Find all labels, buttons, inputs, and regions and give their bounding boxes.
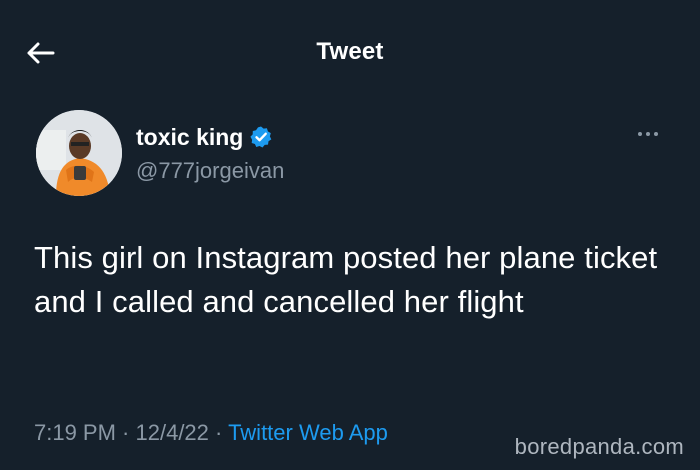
- watermark: boredpanda.com: [514, 434, 684, 459]
- meta-separator: ·: [208, 420, 229, 445]
- display-name[interactable]: toxic king: [136, 124, 243, 151]
- page-title: Tweet: [316, 38, 384, 65]
- tweet-text: This girl on Instagram posted her plane …: [34, 240, 658, 319]
- top-bar: Tweet: [0, 0, 700, 105]
- tweet-page: Tweet toxic king @777jorgeivan This girl…: [0, 0, 700, 470]
- avatar[interactable]: [36, 110, 122, 196]
- tweet-metadata: 7:19 PM · 12/4/22 · Twitter Web App: [34, 420, 388, 446]
- profile-photo-icon: [36, 110, 122, 196]
- more-options-button[interactable]: [632, 124, 664, 144]
- user-handle[interactable]: @777jorgeivan: [136, 158, 284, 184]
- tweet-source-link[interactable]: Twitter Web App: [228, 420, 388, 445]
- verified-badge-icon: [249, 125, 273, 149]
- tweet-date[interactable]: 12/4/22: [136, 420, 209, 445]
- author-name-row: toxic king: [136, 122, 273, 152]
- tweet-time[interactable]: 7:19 PM: [34, 420, 116, 445]
- meta-separator: ·: [115, 420, 136, 445]
- more-horizontal-icon: [638, 132, 658, 136]
